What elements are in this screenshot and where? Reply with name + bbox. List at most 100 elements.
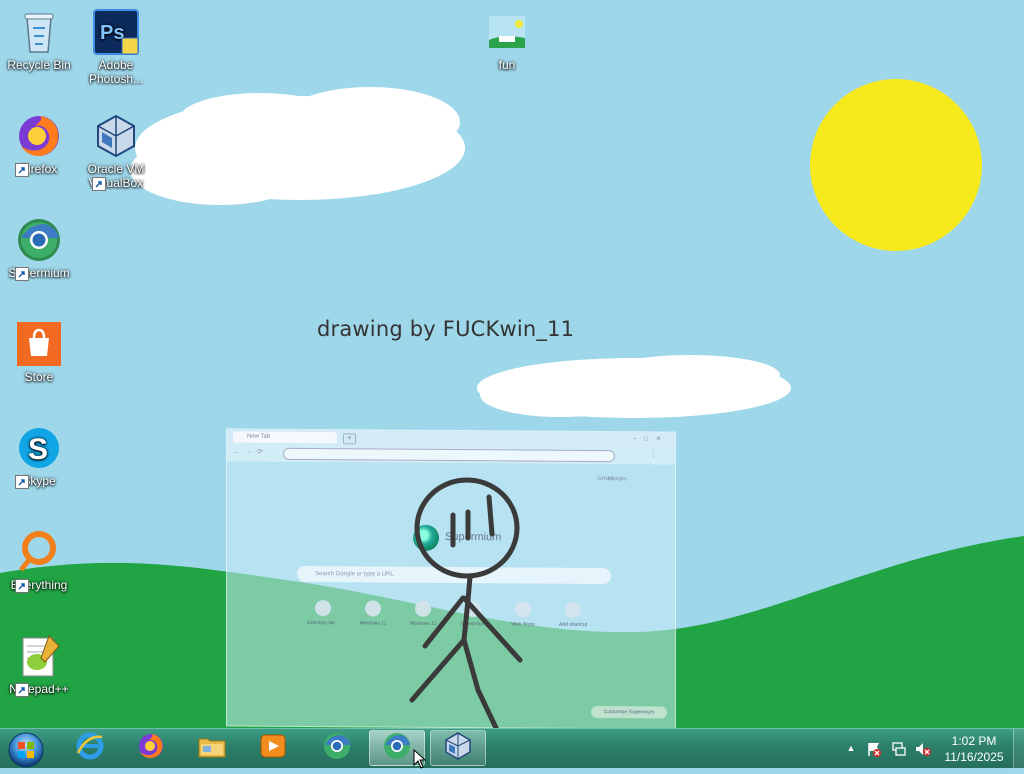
clock-date: 11/16/2025 [944,750,1004,764]
desktop-icon-recycle-bin[interactable]: Recycle Bin [1,8,77,72]
everything-icon [15,528,63,576]
browser-window-ghost[interactable]: New Tab + –□✕ ←→⟳ ⋮ Gmail Images Supermi… [226,428,676,730]
shortcut-favicon-icon [415,600,431,617]
arrow-cursor-icon [413,748,427,773]
shortcut-tile[interactable]: Windows 11 [353,600,393,627]
show-hidden-icons-button[interactable]: ▲ [845,742,857,754]
shortcut-tile[interactable]: Web Store [503,601,543,628]
taskbar-explorer-button[interactable] [184,730,240,766]
address-bar[interactable] [283,447,615,463]
shortcut-tile[interactable]: Add shortcut [553,601,593,628]
shortcut-tile[interactable]: Directory list... [303,600,343,626]
desktop-icon-label: Adobe Photosh... [88,58,144,86]
desktop-icon-everything[interactable]: Everything [1,528,77,593]
shortcut-tile[interactable]: Windows 11 [403,600,443,627]
store-icon [15,320,63,368]
shortcut-arrow-icon [15,475,29,489]
images-link[interactable]: Images [607,476,627,482]
clock-time: 1:02 PM [951,734,997,748]
notepadpp-icon [15,632,63,680]
volume-muted-icon [915,743,931,761]
photoshop-icon: Ps [92,8,140,56]
desktop-icon-label: Everything [10,578,68,592]
desktop-icon-label: Oracle VM VirtualBox [87,162,145,190]
desktop-icon-label: Skype [22,474,56,488]
taskbar-ie-button[interactable] [62,730,118,766]
desktop-icon-virtualbox[interactable]: Oracle VM VirtualBox [78,112,154,191]
toolbar-icons[interactable]: ⋮ [650,450,663,458]
start-button[interactable] [4,730,48,768]
window-controls[interactable]: –□✕ [633,435,669,442]
desktop-icon-label: fun [498,58,516,72]
sun-drawing [810,79,982,251]
shortcut-label: Add shortcut [558,621,588,628]
desktop-icon-supermium[interactable]: Supermium [1,216,77,281]
desktop-icon-store[interactable]: Store [1,320,77,384]
taskbar-firefox-button[interactable] [123,730,179,766]
windows-orb-icon [4,732,48,772]
skype-icon: S [15,424,63,472]
desktop-icon-photoshop[interactable]: Ps Adobe Photosh... [78,8,154,86]
show-desktop-button[interactable] [1013,729,1024,769]
shortcut-label: Windows 11 [409,620,437,627]
search-input[interactable]: Search Google or type a URL [297,565,611,585]
virtualbox-icon [443,731,473,766]
volume-button[interactable] [915,741,931,757]
nav-buttons[interactable]: ←→⟳ [233,447,268,455]
desktop-icon-notepadpp[interactable]: Notepad++ [1,632,77,697]
chevron-up-icon: ▲ [846,743,856,753]
tab-title: New Tab [247,433,271,440]
taskbar-supermium-button[interactable] [309,730,365,766]
browser-tab[interactable]: New Tab [233,431,337,444]
desktop-icon-skype[interactable]: S Skype [1,424,77,489]
desktop-icon-firefox[interactable]: Firefox [1,112,77,177]
shortcut-arrow-icon [92,177,106,191]
desktop-icon-label: Firefox [20,162,58,176]
shortcut-favicon-icon [465,601,481,618]
taskbar-virtualbox-button[interactable] [430,730,486,766]
desktop-icon-label: Store [24,370,54,384]
virtualbox-icon [92,112,140,160]
supermium-icon [382,731,412,766]
clock[interactable]: 1:02 PM 11/16/2025 [938,733,1010,765]
desktop-icon-label: Recycle Bin [7,58,71,72]
shortcut-favicon-icon [365,600,381,617]
firefox-icon [136,731,166,766]
shortcut-label: Supermium [460,621,486,628]
image-file-icon [483,8,531,56]
shortcut-label: Directory list... [307,619,339,627]
shortcut-arrow-icon [15,683,29,697]
shortcut-arrow-icon [15,267,29,281]
folder-icon [197,731,227,766]
supermium-logo-icon [413,524,439,551]
network-icon [891,742,907,761]
recycle-bin-icon [15,8,63,56]
supermium-icon [15,216,63,264]
customize-button[interactable]: Customize Supermium [591,705,667,719]
supermium-icon [322,731,352,766]
desktop-icon-label: Supermium [8,266,70,280]
shortcut-tile[interactable]: Supermium [453,601,493,627]
action-center-flag-icon [866,743,882,761]
taskbar-media-player-button[interactable] [245,730,301,766]
desktop-icon-label: Notepad++ [9,682,69,696]
shortcut-favicon-icon [315,600,331,617]
media-player-icon [258,731,288,766]
desktop-icon-fun[interactable]: fun [469,8,545,72]
add-shortcut-icon [565,601,581,618]
mouse-cursor [413,748,427,774]
network-button[interactable] [891,741,907,757]
firefox-icon [15,112,63,160]
wallpaper-caption: drawing by FUCKwin_11 [317,317,575,341]
ie-icon [75,731,105,766]
shortcut-arrow-icon [15,163,29,177]
browser-brand: Supermium [445,530,502,544]
taskbar: ▲ 1:02 PM 11/16/2025 [0,728,1024,769]
svg-text:Ps: Ps [100,22,124,44]
shortcut-label: Windows 11 [359,620,387,627]
shortcut-label: Web Store [511,621,535,628]
new-tab-button[interactable]: + [343,433,356,445]
shortcut-arrow-icon [15,579,29,593]
action-center-flag-button[interactable] [866,741,882,757]
shortcut-favicon-icon [515,601,531,618]
